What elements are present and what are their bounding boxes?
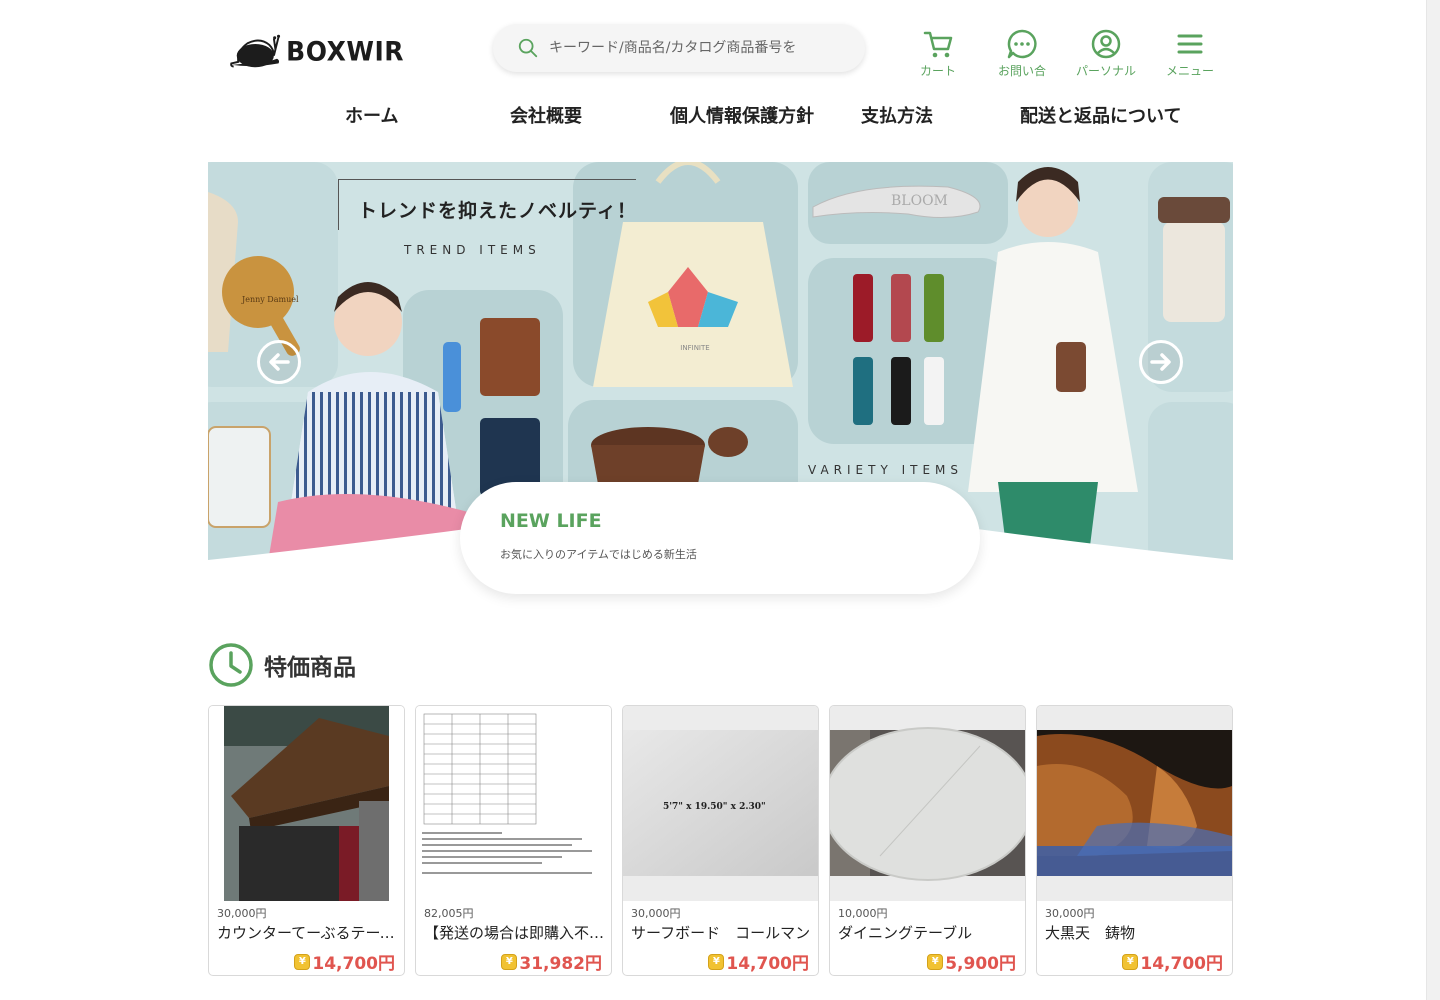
yen-coin-icon: ¥ — [1122, 953, 1139, 970]
site-logo[interactable]: BOXWIR — [229, 26, 404, 76]
product-card[interactable]: 10,000円 ダイニングテーブル ¥ 5,900円 — [829, 705, 1026, 976]
product-name: サーフボード コールマン — [631, 924, 811, 942]
contact-button[interactable]: お問い合 — [982, 28, 1062, 79]
product-card[interactable]: 30,000円 カウンターてーぶるテーブル ¥ 14,700円 — [208, 705, 405, 976]
original-price: 82,005円 — [424, 907, 474, 920]
product-image — [1037, 706, 1232, 901]
carousel-next-button[interactable] — [1139, 340, 1183, 384]
yen-coin-icon: ¥ — [927, 953, 944, 970]
chat-icon — [1007, 29, 1037, 59]
personal-label: パーソナル — [1075, 64, 1136, 78]
arrow-right-icon — [1150, 353, 1171, 371]
caption-subtitle: お気に入りのアイテムではじめる新生活 — [500, 548, 697, 561]
original-price: 30,000円 — [217, 907, 267, 920]
nav-payment[interactable]: 支払方法 — [861, 102, 933, 128]
nav-privacy[interactable]: 個人情報保護方針 — [670, 102, 814, 128]
search-icon — [518, 38, 538, 58]
yen-coin-icon: ¥ — [294, 953, 311, 970]
section-title: 特価商品 — [264, 655, 356, 681]
sale-price-value: 14,700円 — [726, 954, 809, 974]
product-image — [416, 706, 611, 901]
menu-button[interactable]: メニュー — [1150, 28, 1230, 79]
sale-price: ¥ 31,982円 — [501, 949, 602, 974]
product-card[interactable]: 30,000円 大黒天 鋳物 ¥ 14,700円 — [1036, 705, 1233, 976]
logo-text: BOXWIR — [286, 35, 404, 67]
banner-variety-label: VARIETY ITEMS — [808, 463, 964, 477]
arrow-left-icon — [269, 353, 290, 371]
original-price: 30,000円 — [631, 907, 681, 920]
product-list: 30,000円 カウンターてーぶるテーブル ¥ 14,700円 82,005円 … — [208, 705, 1233, 977]
caption-title: NEW LIFE — [500, 510, 602, 532]
original-price: 30,000円 — [1045, 907, 1095, 920]
banner-trend-label: TREND ITEMS — [404, 243, 541, 257]
svg-text:Jenny Damuel: Jenny Damuel — [241, 295, 299, 304]
product-card[interactable]: 5'7" x 19.50" x 2.30" 30,000円 サーフボード コール… — [622, 705, 819, 976]
sale-price: ¥ 14,700円 — [294, 949, 395, 974]
cart-button[interactable]: カート — [898, 28, 978, 79]
main-nav: ホーム 会社概要 個人情報保護方針 支払方法 配送と返品について — [0, 102, 1440, 132]
section-header: 特価商品 — [208, 642, 356, 688]
banner-headline: トレンドを抑えたノベルティ！ — [358, 200, 637, 222]
cart-label: カート — [919, 64, 956, 78]
sale-price-value: 5,900円 — [945, 954, 1016, 974]
search-input[interactable] — [549, 40, 849, 56]
user-icon — [1091, 29, 1121, 59]
yen-coin-icon: ¥ — [708, 953, 725, 970]
banner-caption[interactable]: NEW LIFE お気に入りのアイテムではじめる新生活 — [460, 482, 980, 594]
nav-company[interactable]: 会社概要 — [510, 102, 582, 128]
product-image: 5'7" x 19.50" x 2.30" — [623, 706, 818, 901]
sale-price-value: 14,700円 — [312, 954, 395, 974]
surfboard-marking: 5'7" x 19.50" x 2.30" — [663, 802, 766, 812]
product-image — [209, 706, 404, 901]
product-image — [830, 706, 1025, 901]
menu-icon — [1177, 34, 1203, 54]
sale-price-value: 31,982円 — [519, 954, 602, 974]
product-name: 【発送の場合は即購入不可】 — [424, 924, 605, 942]
product-name: 大黒天 鋳物 — [1045, 924, 1136, 942]
sale-price: ¥ 5,900円 — [927, 949, 1016, 974]
menu-label: メニュー — [1165, 64, 1214, 78]
product-card[interactable]: 82,005円 【発送の場合は即購入不可】 ¥ 31,982円 — [415, 705, 612, 976]
product-name: ダイニングテーブル — [838, 924, 973, 942]
nav-home[interactable]: ホーム — [345, 102, 398, 128]
svg-text:INFINITE: INFINITE — [680, 344, 709, 352]
yen-coin-icon: ¥ — [501, 953, 518, 970]
nav-shipping[interactable]: 配送と返品について — [1020, 102, 1181, 128]
sale-price: ¥ 14,700円 — [1122, 949, 1223, 974]
search-bar[interactable] — [493, 24, 865, 72]
sale-price: ¥ 14,700円 — [708, 949, 809, 974]
carousel-prev-button[interactable] — [257, 340, 301, 384]
cart-icon — [923, 31, 953, 58]
svg-text:BLOOM: BLOOM — [891, 193, 948, 209]
product-name: カウンターてーぶるテーブル — [217, 924, 398, 942]
snail-logo-icon — [230, 34, 281, 68]
clock-icon — [209, 643, 253, 687]
contact-label: お問い合 — [997, 64, 1046, 78]
page-scrollbar[interactable] — [1426, 0, 1440, 1000]
sale-price-value: 14,700円 — [1140, 954, 1223, 974]
personal-button[interactable]: パーソナル — [1066, 28, 1146, 79]
original-price: 10,000円 — [838, 907, 888, 920]
